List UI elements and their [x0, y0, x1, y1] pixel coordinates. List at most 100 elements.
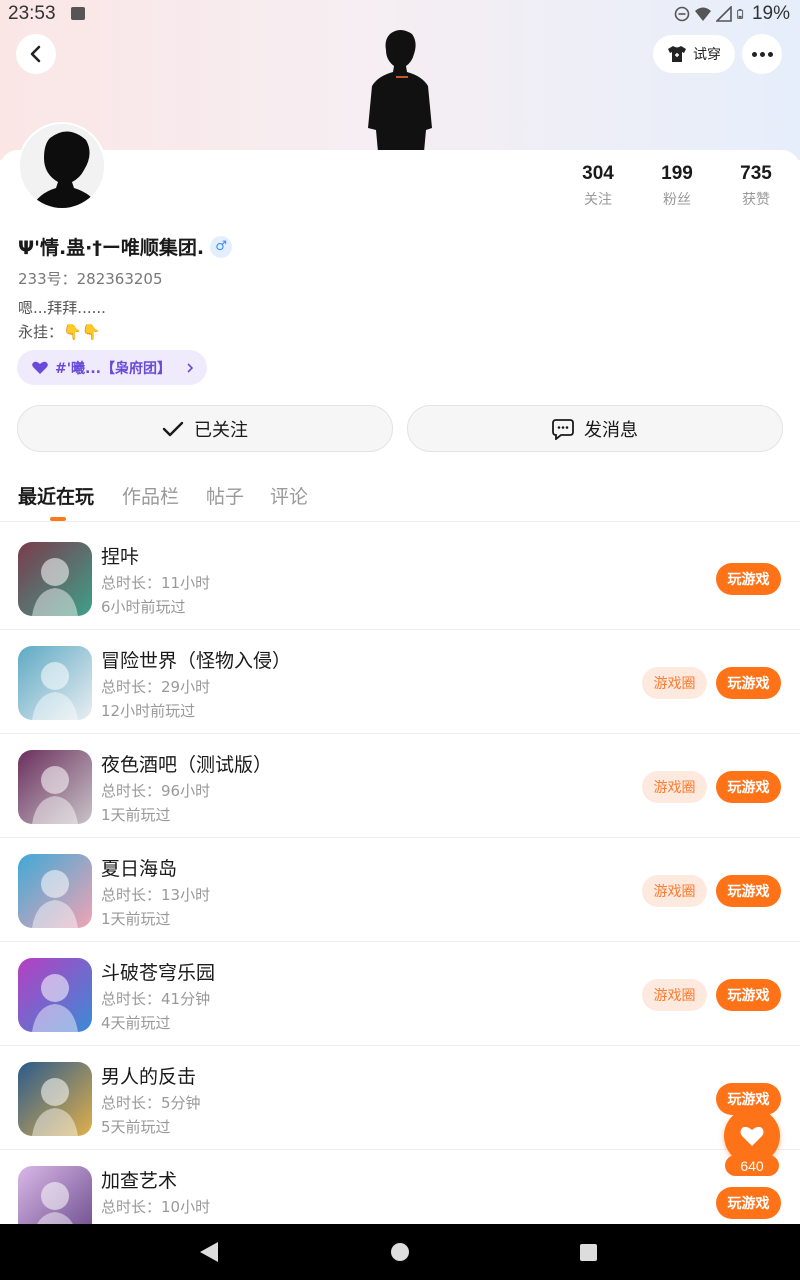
nav-back-icon[interactable]	[200, 1242, 218, 1262]
gender-male-icon: ♂	[210, 235, 233, 258]
followed-button[interactable]: 已关注	[17, 405, 393, 452]
bio-line-1: 嗯...拜拜......	[18, 299, 106, 317]
list-item[interactable]: 夜色酒吧（测试版） 总时长：96小时 1天前玩过 游戏圈 玩游戏	[0, 734, 800, 838]
game-character-icon	[32, 870, 78, 928]
group-tag-label: #'曦...【枭府团】	[55, 360, 171, 377]
profile-tabs: 最近在玩 作品栏 帖子 评论	[0, 478, 800, 522]
game-character-icon	[32, 558, 78, 616]
game-character-icon	[32, 1078, 78, 1136]
game-icon[interactable]	[18, 854, 92, 928]
tab-posts[interactable]: 帖子	[206, 482, 244, 509]
stat-following-count: 304	[582, 163, 614, 184]
image-notification-icon	[71, 7, 85, 20]
play-game-button[interactable]: 玩游戏	[716, 979, 781, 1011]
try-on-label: 试穿	[693, 47, 721, 63]
game-last-played: 5天前玩过	[101, 1118, 171, 1136]
game-icon[interactable]	[18, 646, 92, 720]
tab-recently-played[interactable]: 最近在玩	[18, 482, 94, 509]
list-item[interactable]: 冒险世界（怪物入侵） 总时长：29小时 12小时前玩过 游戏圈 玩游戏	[0, 630, 800, 734]
tab-works[interactable]: 作品栏	[122, 482, 179, 509]
game-duration: 总时长：5分钟	[101, 1094, 201, 1112]
character-silhouette	[368, 30, 432, 152]
send-message-label: 发消息	[584, 419, 638, 441]
play-game-button[interactable]: 玩游戏	[716, 771, 781, 803]
group-tag-chip[interactable]: #'曦...【枭府团】	[17, 350, 207, 385]
active-tab-indicator	[50, 517, 66, 521]
game-character-icon	[32, 974, 78, 1032]
user-id[interactable]: 233号：282363205	[18, 268, 163, 289]
signal-icon	[715, 6, 732, 22]
avatar-silhouette-icon	[20, 124, 104, 208]
battery-percent: 19%	[751, 3, 790, 24]
more-icon-dot	[767, 51, 773, 57]
stat-following[interactable]: 304 关注	[568, 163, 628, 209]
try-on-button[interactable]: 试穿	[653, 35, 735, 73]
game-icon[interactable]	[18, 542, 92, 616]
bio: 嗯...拜拜...... 永挂：👇👇	[18, 296, 106, 344]
stat-followers-count: 199	[661, 163, 693, 184]
game-duration: 总时长：96小时	[101, 782, 211, 800]
game-title: 加查艺术	[101, 1170, 178, 1192]
game-last-played: 4天前玩过	[101, 1014, 171, 1032]
game-duration: 总时长：13小时	[101, 886, 211, 904]
more-icon-dot	[759, 51, 765, 57]
username: Ψ'情.蛊·†ー唯顺集团.	[18, 237, 205, 259]
game-duration: 总时长：29小时	[101, 678, 211, 696]
avatar[interactable]	[18, 122, 106, 210]
bio-line-2: 永挂：👇👇	[18, 323, 101, 341]
game-duration: 总时长：41分钟	[101, 990, 211, 1008]
list-item[interactable]: 斗破苍穹乐园总时长：41分钟 4天前玩过 游戏圈 玩游戏	[0, 942, 800, 1046]
stat-followers[interactable]: 199 粉丝	[647, 163, 707, 209]
game-icon[interactable]	[18, 750, 92, 824]
dnd-icon	[674, 6, 690, 22]
status-time: 23:53	[8, 3, 56, 24]
like-count: 640	[725, 1155, 779, 1176]
nav-recents-icon[interactable]	[580, 1244, 597, 1261]
stat-following-label: 关注	[584, 192, 612, 208]
followed-label: 已关注	[194, 419, 248, 441]
game-last-played: 6小时前玩过	[101, 598, 186, 616]
tab-comments[interactable]: 评论	[270, 482, 308, 509]
play-game-button[interactable]: 玩游戏	[716, 1187, 781, 1219]
username-row: Ψ'情.蛊·†ー唯顺集团. ♂	[18, 233, 233, 260]
back-button[interactable]	[16, 34, 56, 74]
profile-stats: 304 关注 199 粉丝 735 获赞	[560, 163, 800, 213]
game-icon[interactable]	[18, 1062, 92, 1136]
play-game-button[interactable]: 玩游戏	[716, 563, 781, 595]
stat-likes-label: 获赞	[742, 192, 770, 208]
send-message-button[interactable]: 发消息	[407, 405, 783, 452]
game-character-icon	[32, 766, 78, 824]
game-circle-button[interactable]: 游戏圈	[642, 667, 707, 699]
chevron-left-icon	[30, 45, 41, 63]
heart-icon	[740, 1126, 764, 1146]
game-icon[interactable]	[18, 958, 92, 1032]
game-circle-button[interactable]: 游戏圈	[642, 979, 707, 1011]
game-title: 捏咔	[101, 546, 140, 568]
game-title: 夏日海岛	[101, 858, 178, 880]
play-game-button[interactable]: 玩游戏	[716, 667, 781, 699]
game-circle-button[interactable]: 游戏圈	[642, 771, 707, 803]
check-icon	[162, 421, 184, 436]
profile-banner: 23:53 19% 试穿	[0, 0, 800, 160]
more-button[interactable]	[742, 34, 782, 74]
game-title: 斗破苍穹乐园	[101, 962, 216, 984]
game-title: 夜色酒吧（测试版）	[101, 754, 273, 776]
nav-home-icon[interactable]	[391, 1243, 409, 1261]
list-item[interactable]: 夏日海岛总时长：13小时 1天前玩过 游戏圈 玩游戏	[0, 838, 800, 942]
game-last-played: 1天前玩过	[101, 910, 171, 928]
game-last-played: 1天前玩过	[101, 806, 171, 824]
game-duration: 总时长：10小时	[101, 1198, 211, 1216]
game-duration: 总时长：11小时	[101, 574, 211, 592]
game-last-played: 12小时前玩过	[101, 702, 196, 720]
play-game-button[interactable]: 玩游戏	[716, 875, 781, 907]
list-item[interactable]: 男人的反击 总时长：5分钟 5天前玩过 玩游戏	[0, 1046, 800, 1150]
more-icon	[751, 51, 757, 57]
list-item[interactable]: 捏咔总时长：11小时 6小时前玩过 玩游戏	[0, 526, 800, 630]
tshirt-icon	[668, 46, 686, 62]
status-bar: 23:53 19%	[0, 0, 800, 30]
chat-bubble-icon	[552, 418, 574, 440]
system-nav-bar	[0, 1224, 800, 1280]
game-circle-button[interactable]: 游戏圈	[642, 875, 707, 907]
status-indicators: 19%	[674, 3, 790, 25]
stat-likes[interactable]: 735 获赞	[726, 163, 786, 209]
